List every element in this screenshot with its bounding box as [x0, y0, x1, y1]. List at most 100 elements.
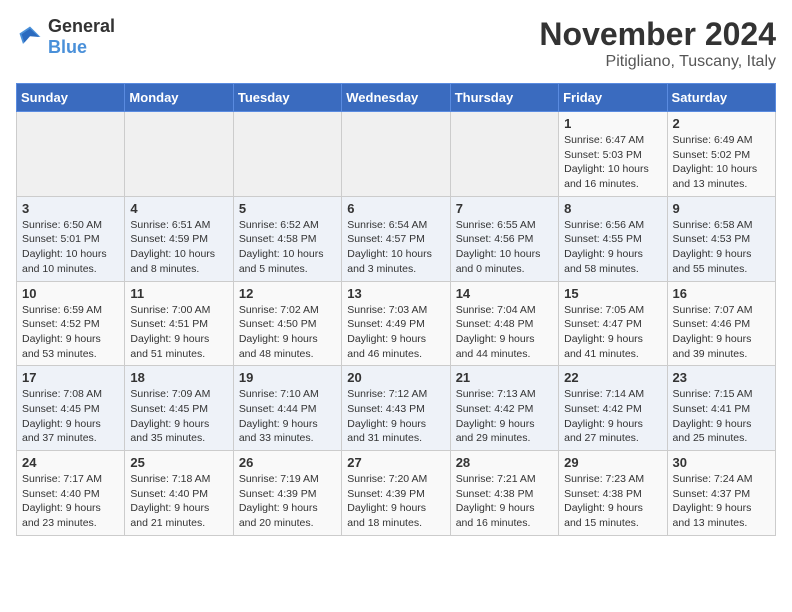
calendar-week-row: 17Sunrise: 7:08 AM Sunset: 4:45 PM Dayli…	[17, 366, 776, 451]
header-day: Thursday	[450, 84, 558, 112]
day-detail: Sunrise: 6:54 AM Sunset: 4:57 PM Dayligh…	[347, 218, 444, 277]
day-number: 25	[130, 455, 227, 470]
calendar-cell: 8 Sunrise: 6:56 AM Sunset: 4:55 PM Daylig…	[559, 196, 667, 281]
day-detail: Sunrise: 7:17 AM Sunset: 4:40 PM Dayligh…	[22, 472, 119, 531]
day-detail: Sunrise: 7:03 AM Sunset: 4:49 PM Dayligh…	[347, 303, 444, 362]
day-detail: Sunrise: 7:20 AM Sunset: 4:39 PM Dayligh…	[347, 472, 444, 531]
title-block: November 2024 Pitigliano, Tuscany, Italy	[539, 16, 776, 71]
day-number: 13	[347, 286, 444, 301]
header-day: Monday	[125, 84, 233, 112]
day-number: 3	[22, 201, 119, 216]
calendar-week-row: 1Sunrise: 6:47 AM Sunset: 5:03 PM Daylig…	[17, 112, 776, 197]
day-number: 12	[239, 286, 336, 301]
calendar-cell: 9 Sunrise: 6:58 AM Sunset: 4:53 PM Daylig…	[667, 196, 775, 281]
header-day: Tuesday	[233, 84, 341, 112]
calendar-cell: 22 Sunrise: 7:14 AM Sunset: 4:42 PM Dayli…	[559, 366, 667, 451]
calendar-cell: 13 Sunrise: 7:03 AM Sunset: 4:49 PM Dayli…	[342, 281, 450, 366]
calendar-cell: 20 Sunrise: 7:12 AM Sunset: 4:43 PM Dayli…	[342, 366, 450, 451]
calendar-cell: 2 Sunrise: 6:49 AM Sunset: 5:02 PM Daylig…	[667, 112, 775, 197]
calendar-cell: 10 Sunrise: 6:59 AM Sunset: 4:52 PM Dayli…	[17, 281, 125, 366]
day-detail: Sunrise: 6:56 AM Sunset: 4:55 PM Dayligh…	[564, 218, 661, 277]
day-number: 6	[347, 201, 444, 216]
calendar-cell: 5Sunrise: 6:52 AM Sunset: 4:58 PM Daylig…	[233, 196, 341, 281]
day-number: 7	[456, 201, 553, 216]
calendar-cell	[233, 112, 341, 197]
calendar-cell	[342, 112, 450, 197]
day-detail: Sunrise: 6:59 AM Sunset: 4:52 PM Dayligh…	[22, 303, 119, 362]
day-number: 5	[239, 201, 336, 216]
month-title: November 2024	[539, 16, 776, 53]
day-number: 8	[564, 201, 661, 216]
calendar-cell: 19 Sunrise: 7:10 AM Sunset: 4:44 PM Dayli…	[233, 366, 341, 451]
logo-text-blue: Blue	[48, 37, 87, 57]
day-number: 24	[22, 455, 119, 470]
day-number: 29	[564, 455, 661, 470]
day-number: 10	[22, 286, 119, 301]
day-number: 4	[130, 201, 227, 216]
day-number: 21	[456, 370, 553, 385]
day-detail: Sunrise: 7:02 AM Sunset: 4:50 PM Dayligh…	[239, 303, 336, 362]
calendar-cell: 12 Sunrise: 7:02 AM Sunset: 4:50 PM Dayli…	[233, 281, 341, 366]
day-number: 11	[130, 286, 227, 301]
day-number: 20	[347, 370, 444, 385]
day-number: 1	[564, 116, 661, 131]
day-detail: Sunrise: 6:55 AM Sunset: 4:56 PM Dayligh…	[456, 218, 553, 277]
day-detail: Sunrise: 6:49 AM Sunset: 5:02 PM Dayligh…	[673, 133, 770, 192]
calendar-cell: 27Sunrise: 7:20 AM Sunset: 4:39 PM Dayli…	[342, 451, 450, 536]
logo-text-general: General	[48, 16, 115, 36]
day-detail: Sunrise: 7:23 AM Sunset: 4:38 PM Dayligh…	[564, 472, 661, 531]
calendar-cell: 23 Sunrise: 7:15 AM Sunset: 4:41 PM Dayli…	[667, 366, 775, 451]
calendar-cell: 4 Sunrise: 6:51 AM Sunset: 4:59 PM Daylig…	[125, 196, 233, 281]
day-detail: Sunrise: 7:14 AM Sunset: 4:42 PM Dayligh…	[564, 387, 661, 446]
calendar-cell: 11 Sunrise: 7:00 AM Sunset: 4:51 PM Dayli…	[125, 281, 233, 366]
day-detail: Sunrise: 7:19 AM Sunset: 4:39 PM Dayligh…	[239, 472, 336, 531]
day-detail: Sunrise: 7:09 AM Sunset: 4:45 PM Dayligh…	[130, 387, 227, 446]
header-day: Saturday	[667, 84, 775, 112]
day-detail: Sunrise: 7:12 AM Sunset: 4:43 PM Dayligh…	[347, 387, 444, 446]
day-number: 15	[564, 286, 661, 301]
calendar-week-row: 3Sunrise: 6:50 AM Sunset: 5:01 PM Daylig…	[17, 196, 776, 281]
day-detail: Sunrise: 7:24 AM Sunset: 4:37 PM Dayligh…	[673, 472, 770, 531]
calendar-cell: 14Sunrise: 7:04 AM Sunset: 4:48 PM Dayli…	[450, 281, 558, 366]
calendar-week-row: 10 Sunrise: 6:59 AM Sunset: 4:52 PM Dayli…	[17, 281, 776, 366]
calendar-cell: 29 Sunrise: 7:23 AM Sunset: 4:38 PM Dayli…	[559, 451, 667, 536]
calendar-table: SundayMondayTuesdayWednesdayThursdayFrid…	[16, 83, 776, 536]
day-number: 9	[673, 201, 770, 216]
day-number: 28	[456, 455, 553, 470]
day-number: 19	[239, 370, 336, 385]
day-detail: Sunrise: 7:10 AM Sunset: 4:44 PM Dayligh…	[239, 387, 336, 446]
day-detail: Sunrise: 7:05 AM Sunset: 4:47 PM Dayligh…	[564, 303, 661, 362]
day-number: 17	[22, 370, 119, 385]
day-number: 16	[673, 286, 770, 301]
calendar-cell: 7 Sunrise: 6:55 AM Sunset: 4:56 PM Daylig…	[450, 196, 558, 281]
calendar-cell: 30Sunrise: 7:24 AM Sunset: 4:37 PM Dayli…	[667, 451, 775, 536]
calendar-cell: 16 Sunrise: 7:07 AM Sunset: 4:46 PM Dayli…	[667, 281, 775, 366]
calendar-cell: 17Sunrise: 7:08 AM Sunset: 4:45 PM Dayli…	[17, 366, 125, 451]
day-detail: Sunrise: 7:00 AM Sunset: 4:51 PM Dayligh…	[130, 303, 227, 362]
day-number: 23	[673, 370, 770, 385]
calendar-cell: 1Sunrise: 6:47 AM Sunset: 5:03 PM Daylig…	[559, 112, 667, 197]
header-day: Sunday	[17, 84, 125, 112]
calendar-cell: 26 Sunrise: 7:19 AM Sunset: 4:39 PM Dayli…	[233, 451, 341, 536]
day-detail: Sunrise: 7:15 AM Sunset: 4:41 PM Dayligh…	[673, 387, 770, 446]
day-detail: Sunrise: 6:58 AM Sunset: 4:53 PM Dayligh…	[673, 218, 770, 277]
calendar-cell: 6 Sunrise: 6:54 AM Sunset: 4:57 PM Daylig…	[342, 196, 450, 281]
calendar-cell: 3Sunrise: 6:50 AM Sunset: 5:01 PM Daylig…	[17, 196, 125, 281]
calendar-cell: 15 Sunrise: 7:05 AM Sunset: 4:47 PM Dayli…	[559, 281, 667, 366]
day-number: 22	[564, 370, 661, 385]
day-number: 2	[673, 116, 770, 131]
day-detail: Sunrise: 7:13 AM Sunset: 4:42 PM Dayligh…	[456, 387, 553, 446]
header-row: SundayMondayTuesdayWednesdayThursdayFrid…	[17, 84, 776, 112]
day-number: 26	[239, 455, 336, 470]
calendar-cell	[450, 112, 558, 197]
calendar-cell	[125, 112, 233, 197]
day-detail: Sunrise: 6:51 AM Sunset: 4:59 PM Dayligh…	[130, 218, 227, 277]
day-detail: Sunrise: 7:07 AM Sunset: 4:46 PM Dayligh…	[673, 303, 770, 362]
day-detail: Sunrise: 7:18 AM Sunset: 4:40 PM Dayligh…	[130, 472, 227, 531]
calendar-cell	[17, 112, 125, 197]
calendar-cell: 24 Sunrise: 7:17 AM Sunset: 4:40 PM Dayli…	[17, 451, 125, 536]
location-title: Pitigliano, Tuscany, Italy	[539, 53, 776, 71]
logo-icon	[16, 23, 44, 51]
day-number: 18	[130, 370, 227, 385]
page-header: General Blue November 2024 Pitigliano, T…	[16, 16, 776, 71]
